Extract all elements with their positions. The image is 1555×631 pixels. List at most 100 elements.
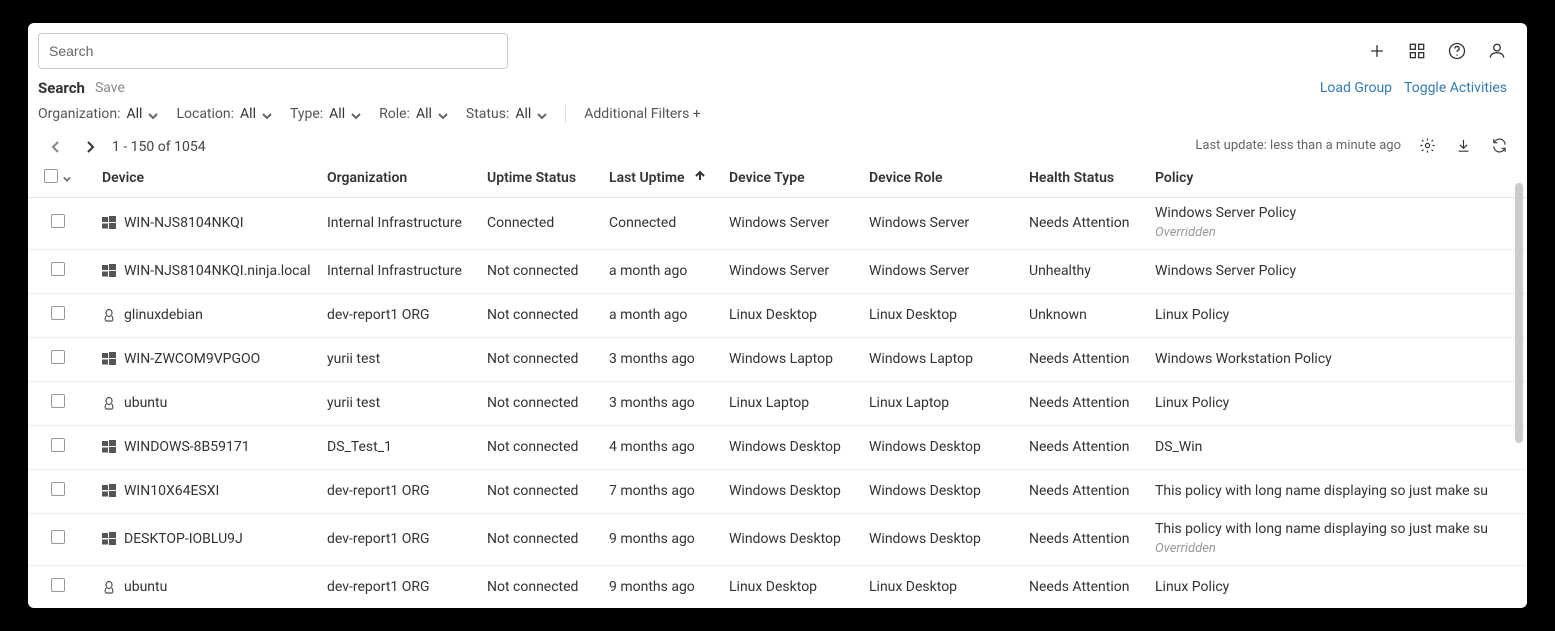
user-icon[interactable] [1487, 41, 1507, 61]
refresh-icon[interactable] [1489, 135, 1509, 155]
row-checkbox[interactable] [51, 262, 65, 276]
table-row[interactable]: WIN-NJS8104NKQI Internal Infrastructure … [28, 197, 1527, 249]
device-name[interactable]: glinuxdebian [124, 307, 203, 323]
header-device[interactable]: Device [94, 159, 319, 197]
device-name[interactable]: WIN-NJS8104NKQI.ninja.local [124, 263, 311, 279]
table-row[interactable]: WIN-ZWCOM9VPGOO yurii test Not connected… [28, 337, 1527, 381]
header-last-uptime[interactable]: Last Uptime [601, 159, 721, 197]
row-checkbox-cell [28, 249, 88, 293]
windows-icon [102, 216, 116, 230]
windows-icon [102, 532, 116, 546]
chevron-down-icon[interactable] [62, 171, 72, 181]
device-type-cell: Windows Laptop [721, 337, 861, 381]
device-name[interactable]: ubuntu [124, 395, 167, 411]
device-name[interactable]: ubuntu [124, 579, 167, 595]
filter-label: Role: [379, 106, 410, 122]
chevron-down-icon [351, 109, 361, 119]
help-icon[interactable] [1447, 41, 1467, 61]
filter-value: All [329, 106, 345, 122]
linux-icon [102, 308, 116, 322]
search-input[interactable] [38, 33, 508, 69]
device-table: Device Organization Uptime Status Last U… [28, 159, 1527, 608]
filter-organization[interactable]: Organization: All [38, 106, 158, 122]
device-name[interactable]: WIN10X64ESXI [124, 483, 219, 499]
scrollbar-thumb[interactable] [1515, 183, 1523, 443]
row-checkbox[interactable] [51, 530, 65, 544]
policy-name: Linux Policy [1155, 306, 1519, 324]
device-name[interactable]: WIN-ZWCOM9VPGOO [124, 351, 260, 367]
select-all-checkbox[interactable] [44, 169, 58, 183]
table-row[interactable]: ubuntu dev-report1 ORG Not connected 9 m… [28, 565, 1527, 608]
next-page-button[interactable] [78, 135, 102, 159]
windows-icon [102, 352, 116, 366]
device-role-cell: Windows Laptop [861, 337, 1021, 381]
filter-value: All [127, 106, 143, 122]
gear-icon[interactable] [1417, 135, 1437, 155]
device-cell: WIN-NJS8104NKQI.ninja.local [94, 249, 319, 293]
header-device-role[interactable]: Device Role [861, 159, 1021, 197]
header-uptime-status[interactable]: Uptime Status [479, 159, 601, 197]
table-row[interactable]: WIN-NJS8104NKQI.ninja.local Internal Inf… [28, 249, 1527, 293]
device-role-cell: Windows Server [861, 249, 1021, 293]
row-checkbox[interactable] [51, 350, 65, 364]
load-group-link[interactable]: Load Group [1320, 80, 1392, 96]
device-type-cell: Linux Laptop [721, 381, 861, 425]
device-type-cell: Windows Desktop [721, 513, 861, 565]
device-name[interactable]: WIN-NJS8104NKQI [124, 215, 244, 231]
health-status-cell: Needs Attention [1021, 469, 1147, 513]
policy-cell: Windows Server PolicyOverridden [1147, 197, 1527, 249]
filter-label: Status: [466, 106, 509, 122]
pager-range: 1 - 150 of 1054 [112, 139, 206, 155]
header-policy[interactable]: Policy [1147, 159, 1527, 197]
filter-location[interactable]: Location: All [176, 106, 272, 122]
uptime-status-cell: Not connected [479, 249, 601, 293]
policy-name: Linux Policy [1155, 394, 1519, 412]
apps-grid-icon[interactable] [1407, 41, 1427, 61]
download-icon[interactable] [1453, 135, 1473, 155]
organization-cell: yurii test [319, 381, 479, 425]
row-checkbox[interactable] [51, 438, 65, 452]
device-name[interactable]: DESKTOP-IOBLU9J [124, 531, 243, 547]
toggle-activities-link[interactable]: Toggle Activities [1404, 80, 1507, 96]
last-uptime-cell: a month ago [601, 249, 721, 293]
device-name[interactable]: WINDOWS-8B59171 [124, 439, 250, 455]
filter-value: All [240, 106, 256, 122]
device-role-cell: Linux Laptop [861, 381, 1021, 425]
organization-cell: dev-report1 ORG [319, 513, 479, 565]
sort-asc-icon [694, 170, 706, 182]
row-checkbox[interactable] [51, 394, 65, 408]
table-row[interactable]: ubuntu yurii test Not connected 3 months… [28, 381, 1527, 425]
header-health-status[interactable]: Health Status [1021, 159, 1147, 197]
row-checkbox[interactable] [51, 214, 65, 228]
health-status-cell: Needs Attention [1021, 337, 1147, 381]
top-icon-group [1367, 41, 1517, 61]
additional-filters-button[interactable]: Additional Filters + [584, 106, 700, 122]
device-cell: ubuntu [94, 381, 319, 425]
row-checkbox[interactable] [51, 306, 65, 320]
policy-name: Windows Server Policy [1155, 204, 1519, 222]
row-checkbox[interactable] [51, 482, 65, 496]
health-status-cell: Needs Attention [1021, 425, 1147, 469]
filter-role[interactable]: Role: All [379, 106, 448, 122]
last-uptime-cell: 3 months ago [601, 337, 721, 381]
filter-status[interactable]: Status: All [466, 106, 547, 122]
last-uptime-cell: 9 months ago [601, 513, 721, 565]
table-row[interactable]: WINDOWS-8B59171 DS_Test_1 Not connected … [28, 425, 1527, 469]
save-link[interactable]: Save [95, 80, 125, 96]
header-device-type[interactable]: Device Type [721, 159, 861, 197]
plus-icon[interactable] [1367, 41, 1387, 61]
linux-icon [102, 396, 116, 410]
table-row[interactable]: WIN10X64ESXI dev-report1 ORG Not connect… [28, 469, 1527, 513]
last-uptime-cell: 4 months ago [601, 425, 721, 469]
header-organization[interactable]: Organization [319, 159, 479, 197]
filter-type[interactable]: Type: All [290, 106, 361, 122]
table-row[interactable]: DESKTOP-IOBLU9J dev-report1 ORG Not conn… [28, 513, 1527, 565]
device-type-cell: Windows Server [721, 197, 861, 249]
last-uptime-cell: 9 months ago [601, 565, 721, 608]
prev-page-button[interactable] [44, 135, 68, 159]
page-title: Search [38, 79, 85, 97]
table-row[interactable]: glinuxdebian dev-report1 ORG Not connect… [28, 293, 1527, 337]
row-checkbox[interactable] [51, 578, 65, 592]
row-checkbox-cell [28, 197, 88, 249]
last-update-text: Last update: less than a minute ago [1195, 138, 1401, 153]
